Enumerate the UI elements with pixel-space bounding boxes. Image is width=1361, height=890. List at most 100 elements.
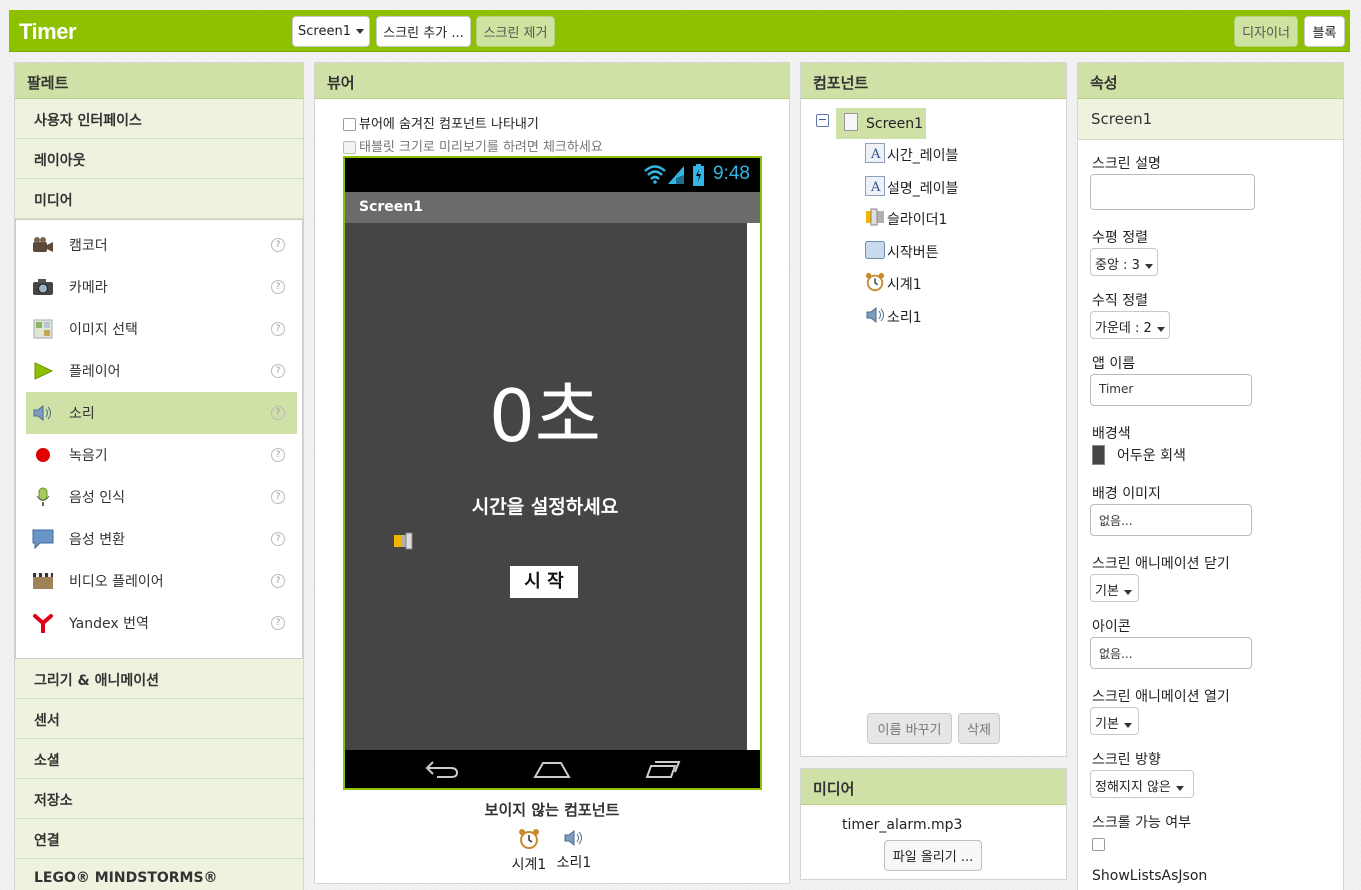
chevron-down-icon [1156,327,1165,332]
scrollable-label: 스크롤 가능 여부 [1092,815,1192,831]
tree-item-label: 시작버튼 [887,245,939,261]
palette-item-label: 소리 [69,406,95,422]
tree-item-slider[interactable]: 슬라이더1 [865,208,947,230]
palette-category-user-interface[interactable]: 사용자 인터페이스 [15,99,303,139]
recents-icon[interactable] [645,759,681,783]
palette-category-storage[interactable]: 저장소 [15,779,303,819]
battery-icon [693,164,704,190]
camcorder-icon [32,234,54,256]
palette-item-player[interactable]: 플레이어 ? [26,350,297,392]
scrollable-checkbox[interactable] [1092,838,1105,851]
app-title: Timer [19,19,77,44]
help-icon[interactable]: ? [271,364,285,378]
palette-category-media[interactable]: 미디어 [15,179,303,219]
palette-item-speech-recognizer[interactable]: 음성 인식 ? [26,476,297,518]
collapse-icon[interactable]: − [816,114,829,127]
palette-category-layout[interactable]: 레이아웃 [15,139,303,179]
nonvisible-clock-label: 시계1 [511,857,547,873]
palette-item-sound[interactable]: 소리 ? [26,392,297,434]
home-icon[interactable] [533,759,571,783]
tree-item-sound[interactable]: 소리1 [865,306,922,328]
help-icon[interactable]: ? [271,490,285,504]
nonvisible-sound[interactable]: 소리1 [552,828,596,872]
show-hidden-label: 뷰어에 숨겨진 컴포넌트 나타내기 [359,117,539,132]
tree-item-description-label[interactable]: A 설명_레이블 [865,176,958,200]
label-icon: A [865,176,885,200]
remove-screen-button[interactable]: 스크린 제거 [476,16,555,47]
palette-item-yandex[interactable]: Yandex 번역 ? [26,602,297,644]
help-icon[interactable]: ? [271,280,285,294]
palette-item-video-player[interactable]: 비디오 플레이어 ? [26,560,297,602]
palette-header: 팔레트 [15,63,303,99]
delete-button[interactable]: 삭제 [958,713,1000,744]
help-icon[interactable]: ? [271,406,285,420]
button-icon [865,241,885,263]
align-h-select[interactable]: 중앙 : 3 [1090,248,1158,276]
time-label: 0초 [488,374,602,458]
icon-label: 아이콘 [1092,619,1131,635]
media-items-list: 캠코더 ? 카메라 ? 이미지 선택 ? 플레이어 ? 소리 ? 녹음기 ? 음… [15,219,303,659]
tree-item-clock[interactable]: 시계1 [865,272,922,296]
close-anim-select[interactable]: 기본 [1090,574,1139,602]
tablet-preview-option[interactable]: 태블릿 크기로 미리보기를 하려면 체크하세요 [343,136,603,155]
rename-button[interactable]: 이름 바꾸기 [867,713,952,744]
palette-item-camcorder[interactable]: 캠코더 ? [26,224,297,266]
open-anim-value: 기본 [1095,717,1119,732]
palette-item-image-picker[interactable]: 이미지 선택 ? [26,308,297,350]
palette-item-text-to-speech[interactable]: 음성 변환 ? [26,518,297,560]
icon-picker[interactable]: 없음... [1090,637,1252,669]
designer-button[interactable]: 디자이너 [1234,16,1298,47]
properties-header: 속성 [1078,63,1343,99]
palette-category-connectivity[interactable]: 연결 [15,819,303,859]
tablet-preview-checkbox[interactable] [343,141,356,154]
image-picker-icon [32,318,54,340]
palette-category-social[interactable]: 소셜 [15,739,303,779]
help-icon[interactable]: ? [271,238,285,252]
orientation-select[interactable]: 정해지지 않은 [1090,770,1194,798]
palette-item-camera[interactable]: 카메라 ? [26,266,297,308]
nonvisible-clock[interactable]: 시계1 [505,828,553,874]
label-icon: A [865,143,885,167]
bg-color-picker[interactable]: 어두운 회색 [1092,445,1186,465]
phone-preview: 9:48 Screen1 0초 시간을 설정하세요 시 작 [343,156,762,790]
viewer-header: 뷰어 [315,63,789,99]
phone-scrollbar[interactable] [747,223,760,752]
help-icon[interactable]: ? [271,616,285,630]
clock-icon [518,829,540,854]
screen-select[interactable]: Screen1 [292,16,370,47]
yandex-icon [32,612,54,634]
slider-icon[interactable] [393,532,415,554]
video-player-icon [32,570,54,592]
upload-file-button[interactable]: 파일 올리기 ... [884,840,982,871]
text-to-speech-icon [32,528,54,550]
app-name-input[interactable]: Timer [1090,374,1252,406]
media-file[interactable]: timer_alarm.mp3 [842,817,962,833]
screen-desc-textarea[interactable] [1090,174,1255,210]
tree-item-label: 슬라이더1 [887,212,948,228]
show-hidden-option[interactable]: 뷰어에 숨겨진 컴포넌트 나타내기 [343,113,539,132]
back-icon[interactable] [425,759,459,783]
tree-root-label: Screen1 [866,115,924,132]
help-icon[interactable]: ? [271,532,285,546]
align-v-select[interactable]: 가운데 : 2 [1090,311,1170,339]
open-anim-select[interactable]: 기본 [1090,707,1139,735]
help-icon[interactable]: ? [271,322,285,336]
palette-item-label: Yandex 번역 [69,616,149,632]
tree-root-screen1[interactable]: Screen1 [836,108,926,139]
blocks-button[interactable]: 블록 [1304,16,1345,47]
bg-image-picker[interactable]: 없음... [1090,504,1252,536]
palette-category-lego-mindstorms[interactable]: LEGO® MINDSTORMS® [15,859,303,890]
sound-icon [563,829,585,852]
add-screen-button[interactable]: 스크린 추가 ... [376,16,471,47]
palette-category-drawing-animation[interactable]: 그리기 & 애니메이션 [15,659,303,699]
palette-item-label: 녹음기 [69,448,108,464]
tree-item-start-button[interactable]: 시작버튼 [865,241,939,263]
start-button[interactable]: 시 작 [510,566,578,598]
help-icon[interactable]: ? [271,448,285,462]
palette-category-sensors[interactable]: 센서 [15,699,303,739]
phone-status-bar: 9:48 [345,158,760,192]
tree-item-time-label[interactable]: A 시간_레이블 [865,143,958,167]
help-icon[interactable]: ? [271,574,285,588]
palette-item-recorder[interactable]: 녹음기 ? [26,434,297,476]
show-hidden-checkbox[interactable] [343,118,356,131]
